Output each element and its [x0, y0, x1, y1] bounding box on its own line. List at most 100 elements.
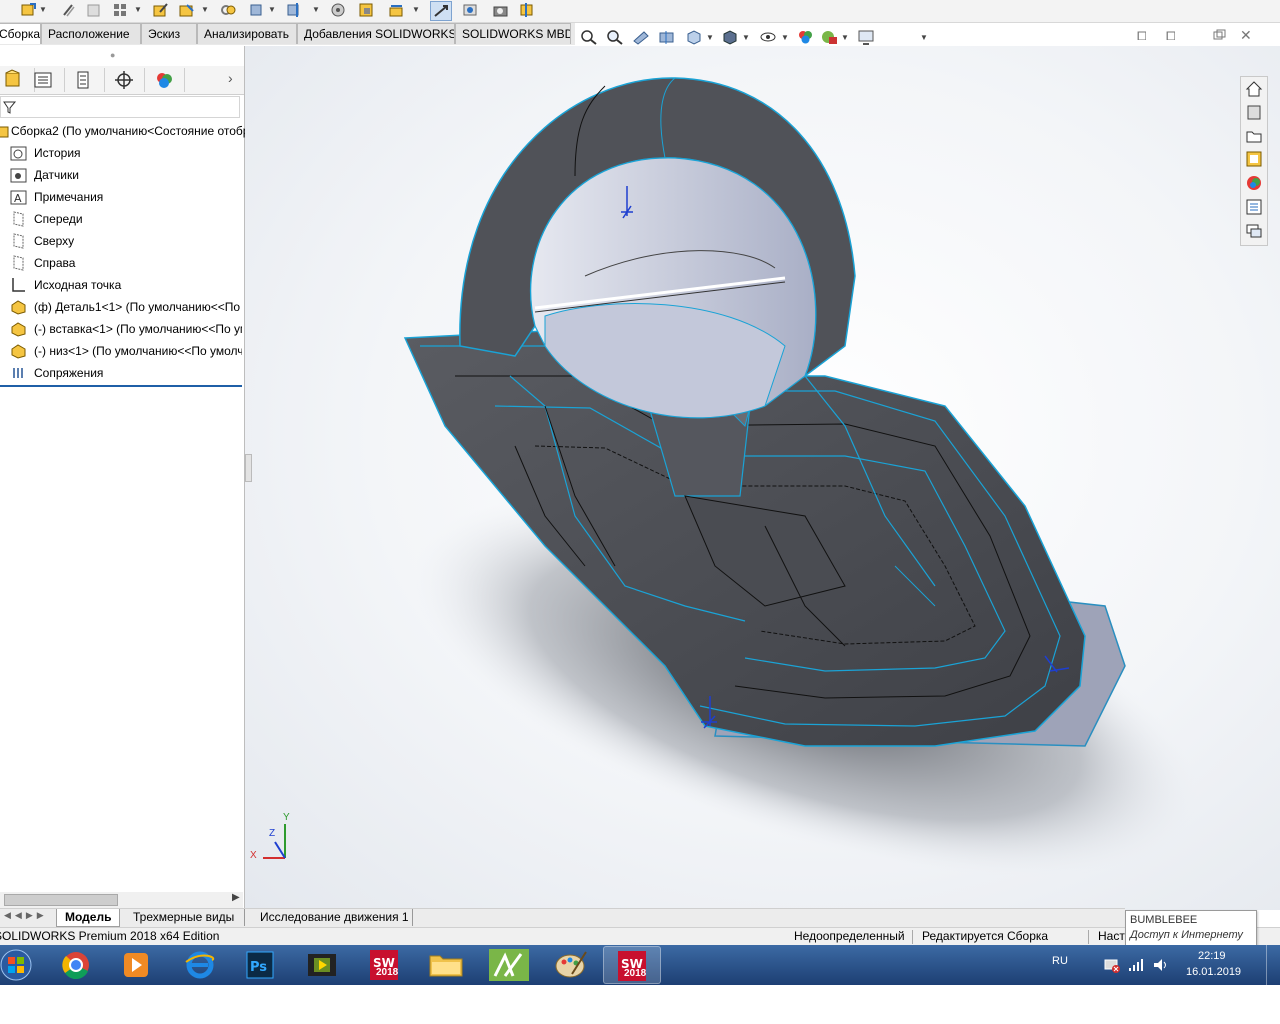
tab-assembly[interactable]: Сборка: [0, 23, 41, 44]
volume-icon[interactable]: [1152, 957, 1168, 976]
model-view[interactable]: [245, 46, 1280, 910]
tab-motion-study[interactable]: Исследование движения 1: [252, 909, 417, 926]
status-editing: Редактируется Сборка: [922, 929, 1049, 943]
speedpak-icon[interactable]: [518, 2, 535, 18]
smart-fasteners-icon[interactable]: [178, 2, 195, 18]
assembly-features-icon[interactable]: [330, 2, 347, 18]
close-window-icon[interactable]: ✕: [1240, 27, 1258, 43]
tile-left-icon[interactable]: ⧠: [1137, 29, 1155, 45]
photoshop-taskbar-button[interactable]: Ps: [233, 946, 289, 984]
tree-item-label: Сопряжения: [34, 366, 104, 380]
edit-appearance-icon[interactable]: [797, 29, 815, 45]
display-manager-tab[interactable]: [146, 68, 185, 92]
view-palette-icon[interactable]: [1245, 150, 1263, 168]
new-motion-study-icon[interactable]: [388, 2, 405, 18]
chevron-right-icon[interactable]: ›: [228, 70, 233, 86]
view-settings-icon[interactable]: [857, 29, 875, 45]
tree-item-part1[interactable]: (ф) Деталь1<1> (По умолчанию<<По умолчан…: [10, 297, 242, 317]
tab-layout[interactable]: Расположение: [41, 23, 141, 44]
tab-addins[interactable]: Добавления SOLIDWORKS: [297, 23, 455, 44]
scroll-thumb[interactable]: [4, 894, 118, 906]
horizontal-scrollbar[interactable]: ▶: [0, 892, 243, 908]
clock-date[interactable]: 16.01.2019: [1186, 966, 1241, 978]
previous-view-icon[interactable]: [632, 29, 650, 45]
appearances-icon[interactable]: [1245, 174, 1263, 192]
pattern-icon[interactable]: [112, 2, 129, 18]
tab-3d-views[interactable]: Трехмерные виды: [125, 909, 242, 926]
section-view-icon[interactable]: [658, 29, 676, 45]
large-design-review-icon[interactable]: [462, 2, 479, 18]
video-editor-taskbar-button[interactable]: [294, 946, 350, 984]
tab-nav-arrows-icon[interactable]: ◀◀▶▶: [4, 910, 48, 921]
configuration-manager-tab[interactable]: [66, 68, 105, 92]
file-explorer-taskbar-button[interactable]: [418, 946, 474, 984]
annotations-icon: A: [10, 189, 27, 205]
component-icon[interactable]: [85, 2, 102, 18]
tree-item-bottom[interactable]: (-) низ<1> (По умолчанию<<По умолчанию>_…: [10, 341, 242, 361]
chrome-taskbar-button[interactable]: [48, 946, 104, 984]
view-orientation-icon[interactable]: [685, 29, 703, 45]
tab-model[interactable]: Модель: [56, 909, 121, 927]
design-library-icon[interactable]: [1245, 103, 1263, 121]
panel-grip-icon[interactable]: ●: [110, 50, 115, 60]
scroll-right-arrow-icon[interactable]: ▶: [232, 892, 240, 903]
plane-icon: [10, 233, 27, 249]
paperclip-icon[interactable]: [60, 2, 77, 18]
instant3d-icon[interactable]: [430, 1, 452, 21]
restore-window-icon[interactable]: [1213, 29, 1231, 45]
camera-icon[interactable]: [492, 2, 509, 18]
display-style-icon[interactable]: [721, 29, 739, 45]
property-manager-tab[interactable]: [26, 68, 65, 92]
media-player-taskbar-button[interactable]: [108, 946, 164, 984]
file-explorer-icon[interactable]: [1245, 127, 1263, 145]
network-name: BUMBLEBEE: [1130, 914, 1198, 926]
tab-evaluate[interactable]: Анализировать: [197, 23, 297, 44]
sketchup-taskbar-button[interactable]: [481, 946, 537, 984]
axis-x-label: X: [250, 850, 257, 861]
language-indicator[interactable]: RU: [1052, 955, 1068, 967]
dimxpert-tab[interactable]: [106, 68, 145, 92]
home-icon[interactable]: [1245, 80, 1263, 98]
network-error-icon[interactable]: [1104, 957, 1120, 976]
start-button[interactable]: [0, 947, 36, 983]
signal-icon[interactable]: [1128, 957, 1144, 976]
tree-item-label: (ф) Деталь1<1> (По умолчанию<<По умолчан…: [34, 300, 242, 314]
windows-taskbar: Ps SW 2018 SW 2018 RU 22:19 16.01.2019: [0, 945, 1280, 985]
tree-filter-field[interactable]: [0, 96, 240, 118]
plane-icon: [10, 255, 27, 271]
tab-mbd[interactable]: SOLIDWORKS MBD: [455, 23, 571, 44]
apply-scene-icon[interactable]: [820, 29, 838, 45]
svg-text:Ps: Ps: [250, 960, 267, 975]
part-icon: [10, 321, 27, 337]
paint-taskbar-button[interactable]: [542, 946, 598, 984]
custom-properties-icon[interactable]: [1245, 198, 1263, 216]
reference-geometry-icon[interactable]: [358, 2, 375, 18]
forum-icon[interactable]: [1245, 222, 1263, 240]
solidworks-taskbar-button[interactable]: SW 2018: [358, 946, 414, 984]
rollback-bar[interactable]: [0, 385, 242, 387]
assembly-insert-icon[interactable]: [20, 2, 37, 18]
move-component-icon[interactable]: [248, 2, 265, 18]
mate-icon[interactable]: [220, 2, 237, 18]
standard-toolbar: ▼ ▼ ▼ ▼ ▼ ▼: [0, 0, 1280, 23]
status-bar: SOLIDWORKS Premium 2018 x64 Edition Недо…: [0, 927, 1280, 946]
bottom-tabs: ◀◀▶▶ Модель Трехмерные виды Исследование…: [0, 908, 1125, 927]
status-settings[interactable]: Наст: [1098, 929, 1125, 943]
network-status: Доступ к Интернету: [1130, 929, 1243, 941]
desktop-below: [0, 985, 1280, 1024]
internet-explorer-taskbar-button[interactable]: [172, 946, 228, 984]
tree-item-insert[interactable]: (-) вставка<1> (По умолчанию<<По умолчан…: [10, 319, 242, 339]
show-hidden-icon[interactable]: [285, 2, 302, 18]
hide-show-items-icon[interactable]: [759, 29, 777, 45]
axis-z-label: Z: [269, 828, 276, 839]
tab-sketch[interactable]: Эскиз: [141, 23, 197, 44]
show-desktop-button[interactable]: [1266, 945, 1280, 985]
clock-time[interactable]: 22:19: [1198, 950, 1226, 962]
edit-component-icon[interactable]: [152, 2, 169, 18]
zoom-to-fit-icon[interactable]: [580, 29, 598, 45]
graphics-area[interactable]: Y X Z: [245, 46, 1280, 910]
solidworks-active-taskbar-button[interactable]: SW 2018: [603, 946, 661, 984]
status-definition: Недоопределенный: [794, 929, 905, 943]
zoom-area-icon[interactable]: [606, 29, 624, 45]
tile-right-icon[interactable]: ⧠: [1166, 29, 1184, 45]
